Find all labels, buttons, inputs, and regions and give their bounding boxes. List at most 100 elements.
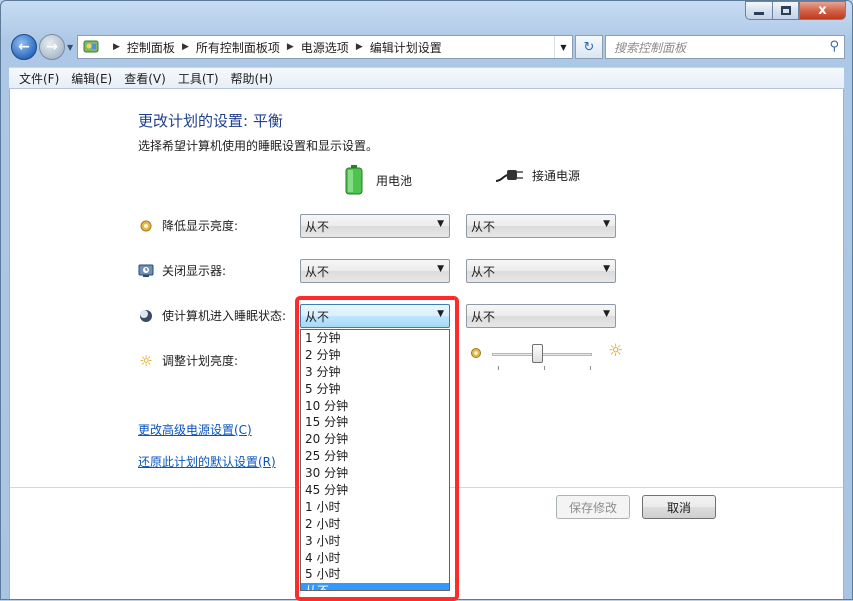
plan-brightness-label: 调整计划亮度: bbox=[162, 354, 239, 368]
display-clock-icon bbox=[138, 263, 154, 279]
dropdown-option[interactable]: 3 分钟 bbox=[301, 364, 449, 381]
minimize-button[interactable] bbox=[745, 1, 772, 20]
dropdown-option[interactable]: 5 分钟 bbox=[301, 381, 449, 398]
breadcrumb: ▶ 控制面板 ▶ 所有控制面板项 ▶ 电源选项 ▶ 编辑计划设置 bbox=[106, 39, 442, 56]
restore-defaults-link[interactable]: 还原此计划的默认设置(R) bbox=[138, 453, 276, 470]
breadcrumb-separator-icon: ▶ bbox=[286, 42, 294, 52]
content-pane: 更改计划的设置: 平衡 选择希望计算机使用的睡眠设置和显示设置。 用电池 接通电… bbox=[9, 89, 844, 601]
chevron-down-icon: ▼ bbox=[437, 309, 444, 319]
refresh-button[interactable]: ↻ bbox=[575, 35, 603, 59]
dropdown-option[interactable]: 25 分钟 bbox=[301, 448, 449, 465]
sleep-moon-icon bbox=[138, 308, 154, 324]
sleep-battery-dropdown-list[interactable]: 1 分钟 2 分钟 3 分钟 5 分钟 10 分钟 15 分钟 20 分钟 25 分钟 30 分… bbox=[300, 329, 450, 591]
sleep-plugged-select[interactable]: 从不 ▼ bbox=[466, 304, 616, 328]
breadcrumb-edit-plan[interactable]: 编辑计划设置 bbox=[370, 39, 442, 56]
forward-arrow-icon: → bbox=[46, 39, 58, 55]
chevron-down-icon: ▼ bbox=[437, 219, 444, 229]
menu-help[interactable]: 帮助(H) bbox=[225, 70, 279, 87]
brightness-plugged-slider[interactable]: ☼ bbox=[470, 341, 623, 376]
turn-off-display-row: 关闭显示器: bbox=[138, 262, 226, 279]
turn-off-display-label: 关闭显示器: bbox=[162, 264, 227, 278]
breadcrumb-separator-icon: ▶ bbox=[113, 42, 120, 52]
dropdown-option[interactable]: 20 分钟 bbox=[301, 431, 449, 448]
breadcrumb-power-options[interactable]: 电源选项 bbox=[301, 39, 349, 56]
slider-tick bbox=[590, 366, 591, 370]
recent-pages-chevron-icon[interactable]: ▼ bbox=[67, 43, 73, 52]
address-dropdown-chevron-icon[interactable]: ▼ bbox=[554, 36, 572, 58]
forward-button[interactable]: → bbox=[39, 34, 65, 60]
dropdown-option[interactable]: 3 小时 bbox=[301, 533, 449, 550]
maximize-icon bbox=[780, 6, 791, 15]
turn-off-display-battery-select[interactable]: 从不 ▼ bbox=[300, 259, 450, 283]
select-value: 从不 bbox=[471, 264, 496, 279]
dropdown-option[interactable]: 10 分钟 bbox=[301, 398, 449, 415]
battery-icon bbox=[344, 165, 364, 195]
chevron-down-icon: ▼ bbox=[603, 264, 610, 274]
sleep-battery-select[interactable]: 从不 ▼ bbox=[300, 304, 450, 328]
sleep-label: 使计算机进入睡眠状态: bbox=[162, 309, 287, 323]
close-button[interactable]: x bbox=[799, 1, 846, 20]
dropdown-option[interactable]: 5 小时 bbox=[301, 566, 449, 583]
page-subtitle: 选择希望计算机使用的睡眠设置和显示设置。 bbox=[138, 139, 379, 153]
breadcrumb-control-panel[interactable]: 控制面板 bbox=[127, 39, 175, 56]
advanced-settings-link[interactable]: 更改高级电源设置(C) bbox=[138, 421, 252, 438]
navigation-bar: ← → ▼ ▶ 控制面板 ▶ 所有控制面板项 ▶ 电源选项 ▶ 编辑计划设置 ▼… bbox=[9, 32, 845, 62]
breadcrumb-separator-icon: ▶ bbox=[355, 42, 363, 52]
breadcrumb-all-items[interactable]: 所有控制面板项 bbox=[196, 39, 280, 56]
dropdown-option[interactable]: 30 分钟 bbox=[301, 465, 449, 482]
select-value: 从不 bbox=[471, 309, 496, 324]
dim-display-label: 降低显示亮度: bbox=[162, 219, 239, 233]
save-button[interactable]: 保存修改 bbox=[556, 495, 630, 519]
dim-display-battery-select[interactable]: 从不 ▼ bbox=[300, 214, 450, 238]
plugged-column-header: 接通电源 bbox=[494, 165, 580, 185]
plugged-column-label: 接通电源 bbox=[532, 168, 581, 183]
chevron-down-icon: ▼ bbox=[437, 264, 444, 274]
close-icon: x bbox=[818, 3, 827, 18]
menu-file[interactable]: 文件(F) bbox=[13, 70, 65, 87]
sun-icon: ☼ bbox=[139, 351, 153, 370]
menu-tools[interactable]: 工具(T) bbox=[172, 70, 225, 87]
search-placeholder: 搜索控制面板 bbox=[614, 40, 687, 55]
select-value: 从不 bbox=[305, 219, 330, 234]
dropdown-option[interactable]: 15 分钟 bbox=[301, 414, 449, 431]
page-title: 更改计划的设置: 平衡 bbox=[138, 112, 283, 130]
maximize-button[interactable] bbox=[772, 1, 799, 20]
slider-tick bbox=[498, 366, 499, 370]
battery-column-label: 用电池 bbox=[376, 173, 413, 188]
chevron-down-icon: ▼ bbox=[603, 309, 610, 319]
search-icon[interactable]: ⚲ bbox=[829, 39, 839, 54]
dropdown-option[interactable]: 从不 bbox=[301, 583, 449, 590]
dropdown-option[interactable]: 1 小时 bbox=[301, 499, 449, 516]
dim-brightness-icon bbox=[470, 347, 482, 362]
slider-tick bbox=[544, 366, 545, 370]
back-button[interactable]: ← bbox=[11, 34, 37, 60]
dropdown-option[interactable]: 45 分钟 bbox=[301, 482, 449, 499]
dropdown-option[interactable]: 4 小时 bbox=[301, 550, 449, 567]
menu-edit[interactable]: 编辑(E) bbox=[65, 70, 118, 87]
dropdown-option[interactable]: 2 分钟 bbox=[301, 347, 449, 364]
caption-buttons: x bbox=[745, 1, 846, 20]
sleep-row: 使计算机进入睡眠状态: bbox=[138, 307, 286, 324]
minimize-icon bbox=[754, 12, 764, 15]
menu-view[interactable]: 查看(V) bbox=[118, 70, 172, 87]
slider-thumb[interactable] bbox=[532, 344, 543, 363]
menu-bar: 文件(F) 编辑(E) 查看(V) 工具(T) 帮助(H) bbox=[9, 67, 844, 89]
select-value: 从不 bbox=[305, 309, 330, 324]
bright-sun-icon: ☼ bbox=[608, 341, 624, 361]
dim-brightness-icon bbox=[138, 218, 154, 234]
breadcrumb-separator-icon: ▶ bbox=[181, 42, 189, 52]
back-arrow-icon: ← bbox=[18, 39, 30, 55]
dim-display-plugged-select[interactable]: 从不 ▼ bbox=[466, 214, 616, 238]
select-value: 从不 bbox=[471, 219, 496, 234]
search-input[interactable]: 搜索控制面板 ⚲ bbox=[605, 35, 845, 59]
window-frame: x ← → ▼ ▶ 控制面板 ▶ 所有控制面板项 ▶ 电源选项 ▶ 编辑计划设置… bbox=[0, 0, 853, 601]
plan-brightness-row: ☼ 调整计划亮度: bbox=[138, 351, 239, 370]
chevron-down-icon: ▼ bbox=[603, 219, 610, 229]
dropdown-option[interactable]: 2 小时 bbox=[301, 516, 449, 533]
cancel-button[interactable]: 取消 bbox=[642, 495, 716, 519]
address-bar[interactable]: ▶ 控制面板 ▶ 所有控制面板项 ▶ 电源选项 ▶ 编辑计划设置 ▼ bbox=[77, 35, 573, 59]
turn-off-display-plugged-select[interactable]: 从不 ▼ bbox=[466, 259, 616, 283]
refresh-icon: ↻ bbox=[583, 39, 595, 55]
dropdown-option[interactable]: 1 分钟 bbox=[301, 330, 449, 347]
battery-column-header: 用电池 bbox=[344, 165, 412, 195]
